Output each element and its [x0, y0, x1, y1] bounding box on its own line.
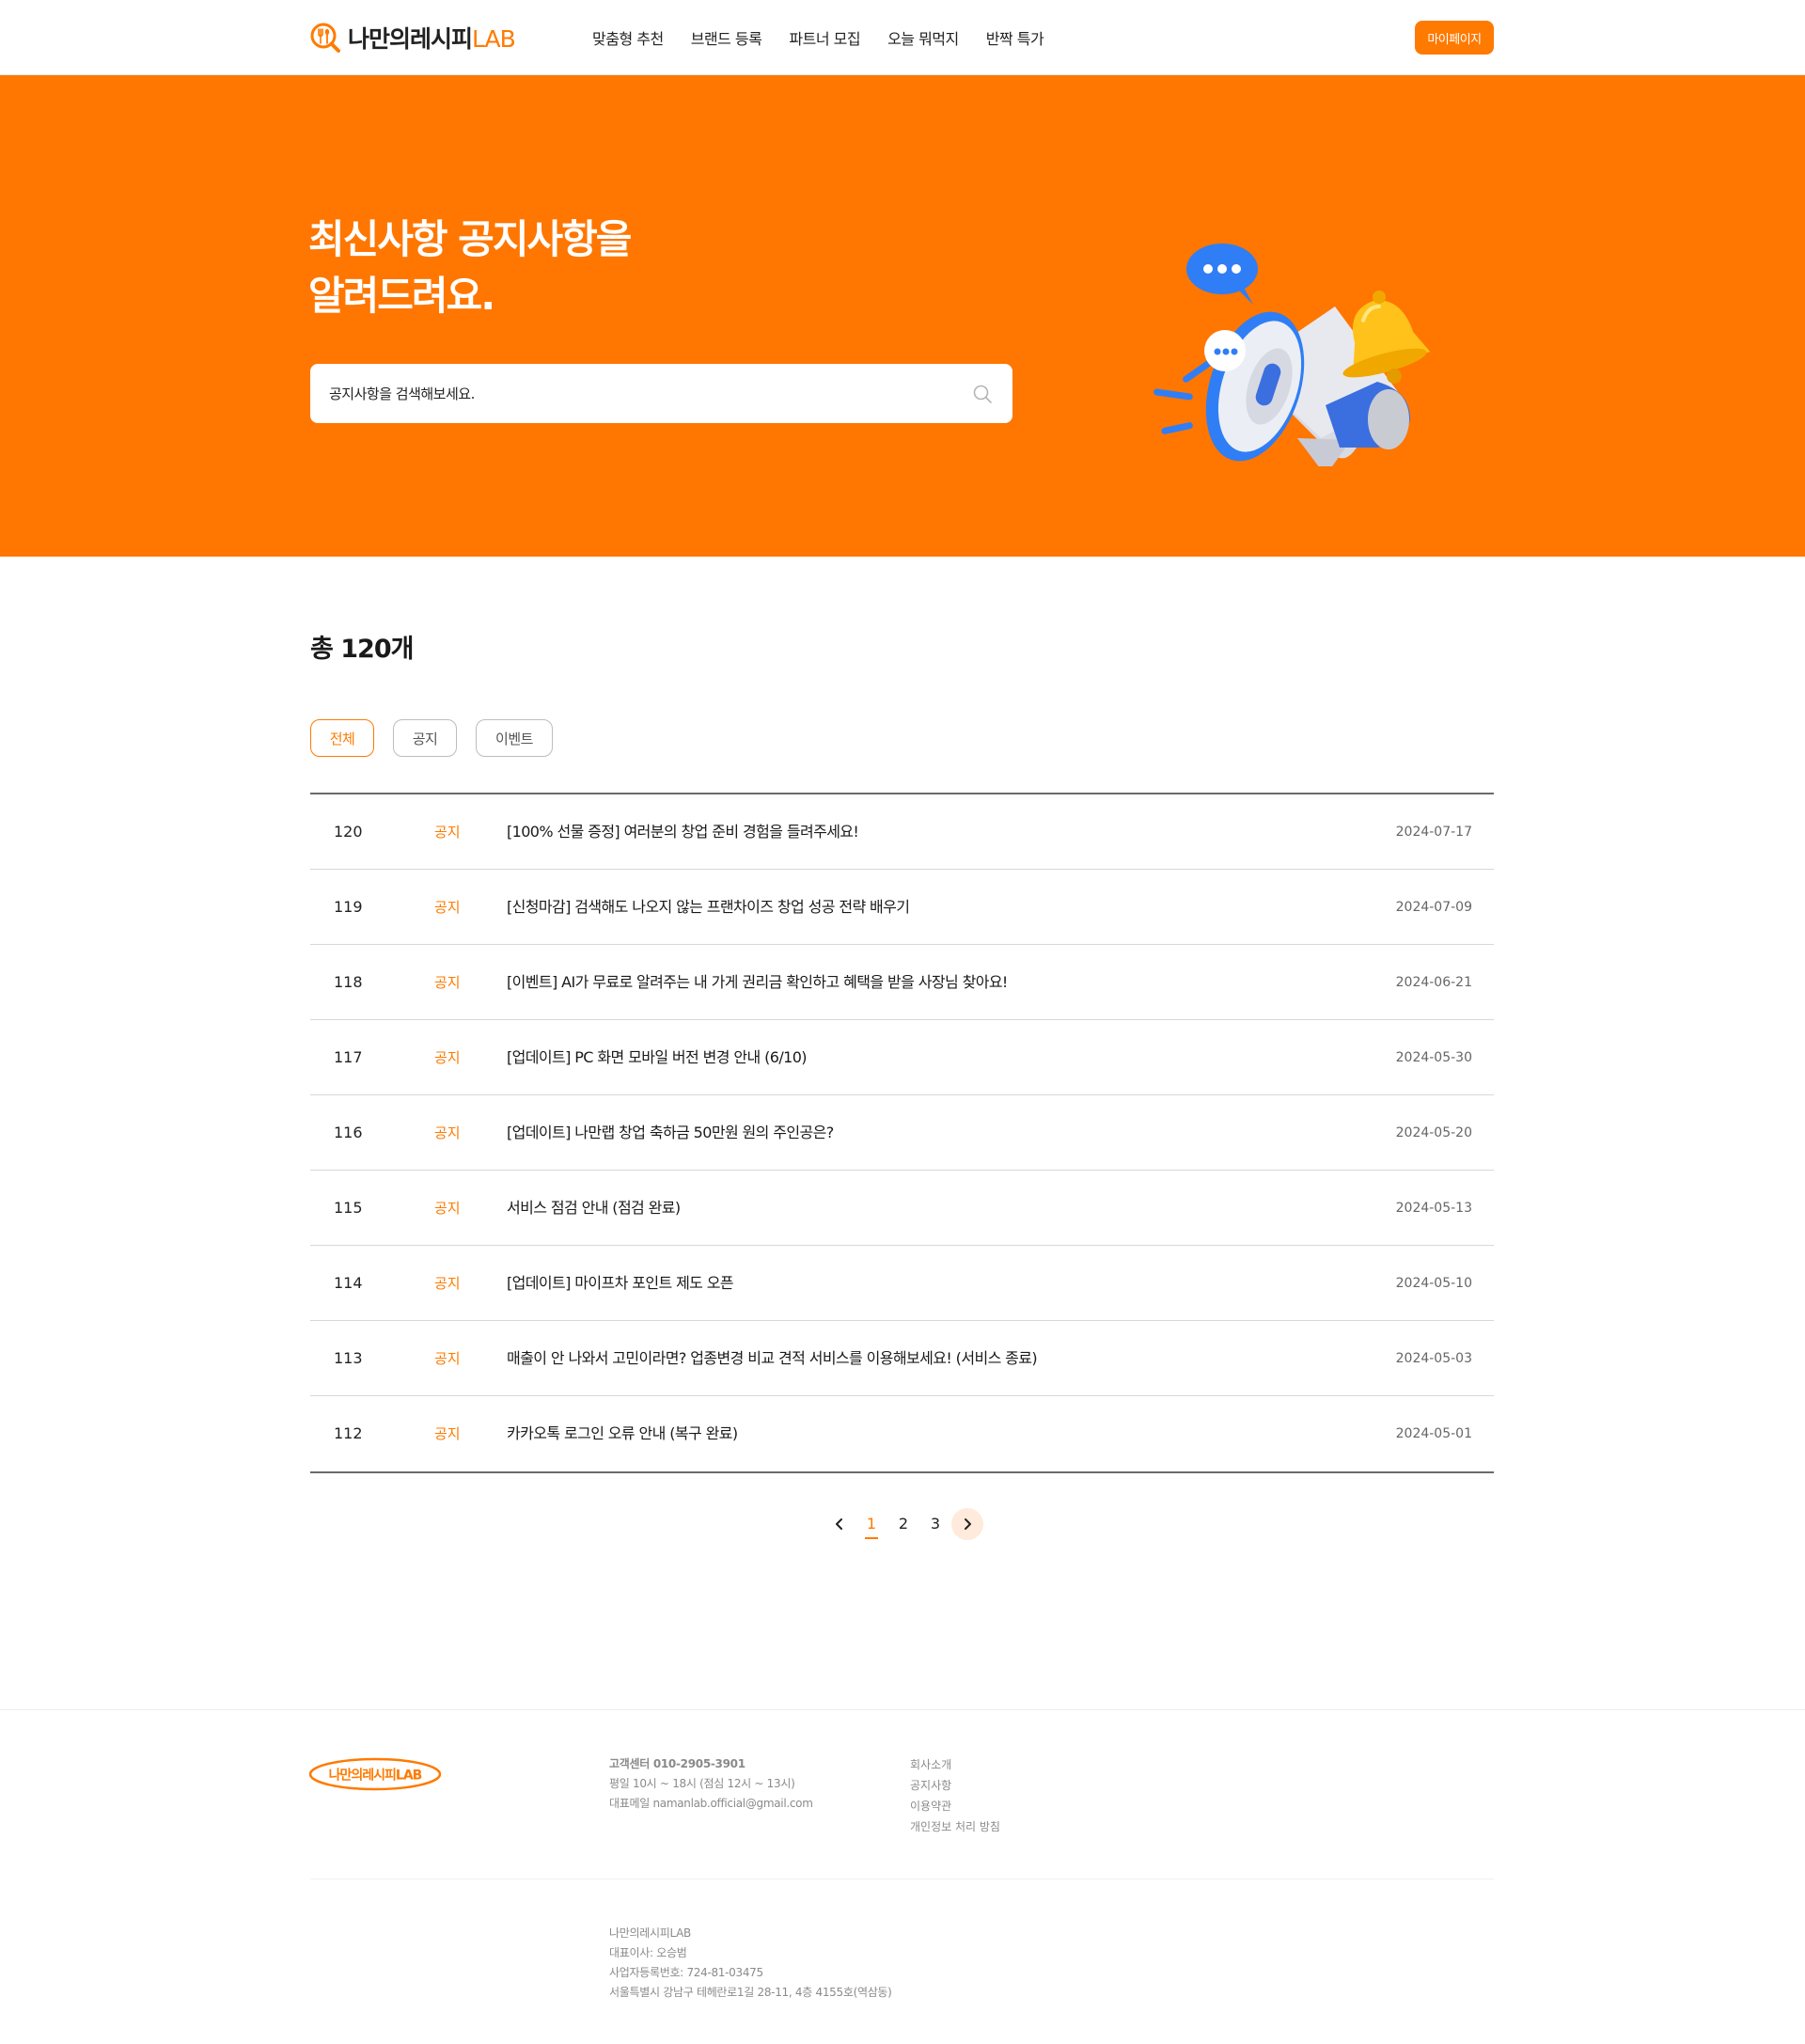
customer-center: 고객센터 010-2905-3901	[609, 1757, 746, 1770]
company-ceo: 대표이사: 오승범	[609, 1946, 687, 1959]
notice-category: 공지	[434, 1425, 461, 1442]
notice-number: 116	[334, 1124, 363, 1141]
notice-date: 2024-05-10	[1395, 1276, 1472, 1291]
notice-category: 공지	[434, 1275, 461, 1292]
nav-item-flash-sale[interactable]: 반짝 특가	[986, 26, 1044, 49]
chevron-left-icon	[836, 1518, 842, 1530]
hero-banner: 최신사항 공지사항을 알려드려요.	[0, 75, 1805, 557]
main-nav: 맞춤형 추천 브랜드 등록 파트너 모집 오늘 뭐먹지 반짝 특가	[592, 0, 1044, 75]
footer-link-terms[interactable]: 이용약관	[910, 1796, 1000, 1816]
notice-row[interactable]: 119 공지 [신청마감] 검색해도 나오지 않는 프랜차이즈 창업 성공 전략…	[310, 870, 1494, 945]
logo-main-text: 나만의레시피	[348, 25, 473, 53]
site-header: 나만의레시피LAB 맞춤형 추천 브랜드 등록 파트너 모집 오늘 뭐먹지 반짝…	[0, 0, 1805, 75]
notice-title[interactable]: [100% 선물 증정] 여러분의 창업 준비 경험을 들려주세요!	[507, 794, 859, 870]
speech-bubble-icon	[1186, 244, 1258, 305]
notice-row[interactable]: 118 공지 [이벤트] AI가 무료로 알려주는 내 가게 권리금 확인하고 …	[310, 945, 1494, 1020]
notice-title[interactable]: [이벤트] AI가 무료로 알려주는 내 가게 권리금 확인하고 혜택을 받을 …	[507, 945, 1008, 1020]
notice-date: 2024-05-20	[1395, 1125, 1472, 1140]
notice-number: 113	[334, 1349, 363, 1367]
page-3-button[interactable]: 3	[919, 1508, 951, 1540]
footer-link-privacy[interactable]: 개인정보 처리 방침	[910, 1816, 1000, 1837]
notice-category: 공지	[434, 824, 461, 841]
notice-number: 119	[334, 898, 363, 916]
nav-item-brand-registration[interactable]: 브랜드 등록	[691, 26, 762, 49]
business-registration-number: 사업자등록번호: 724-81-03475	[609, 1966, 763, 1979]
notice-category: 공지	[434, 1124, 461, 1141]
notice-title[interactable]: [신청마감] 검색해도 나오지 않는 프랜차이즈 창업 성공 전략 배우기	[507, 870, 910, 945]
footer-logo[interactable]: 나만의레시피LAB	[308, 1756, 442, 1792]
notice-title[interactable]: [업데이트] 나만랩 창업 축하금 50만원 원의 주인공은?	[507, 1095, 834, 1171]
nav-item-custom-recommendation[interactable]: 맞춤형 추천	[592, 26, 664, 49]
notice-title[interactable]: [업데이트] 마이프차 포인트 제도 오픈	[507, 1246, 734, 1321]
megaphone-bell-illustration	[1154, 244, 1431, 466]
footer-contact: 고객센터 010-2905-3901 평일 10시 ~ 18시 (점심 12시 …	[609, 1754, 813, 1814]
footer-link-notice[interactable]: 공지사항	[910, 1775, 1000, 1796]
site-logo[interactable]: 나만의레시피LAB	[308, 19, 516, 56]
notice-row[interactable]: 117 공지 [업데이트] PC 화면 모바일 버전 변경 안내 (6/10) …	[310, 1020, 1494, 1095]
company-address: 서울특별시 강남구 테헤란로1길 28-11, 4층 4155호(역삼동)	[609, 1986, 892, 1999]
notice-list: 120 공지 [100% 선물 증정] 여러분의 창업 준비 경험을 들려주세요…	[310, 793, 1494, 1473]
notice-category: 공지	[434, 899, 461, 916]
logo-icon	[310, 23, 340, 53]
notice-title[interactable]: 카카오톡 로그인 오류 안내 (복구 완료)	[507, 1396, 738, 1471]
notice-row[interactable]: 120 공지 [100% 선물 증정] 여러분의 창업 준비 경험을 들려주세요…	[310, 794, 1494, 870]
footer-logo-text: 나만의레시피LAB	[329, 1768, 422, 1784]
nav-item-partner-recruitment[interactable]: 파트너 모집	[789, 26, 860, 49]
notice-category: 공지	[434, 1200, 461, 1217]
footer-top-divider	[0, 1709, 1805, 1710]
notice-number: 114	[334, 1274, 363, 1292]
total-count: 총 120개	[310, 635, 414, 664]
notice-search-box	[310, 364, 1012, 423]
notice-date: 2024-07-17	[1395, 825, 1472, 840]
company-name: 나만의레시피LAB	[609, 1926, 691, 1940]
notice-title[interactable]: [업데이트] PC 화면 모바일 버전 변경 안내 (6/10)	[507, 1020, 808, 1095]
notice-date: 2024-07-09	[1395, 900, 1472, 915]
business-hours: 평일 10시 ~ 18시 (점심 12시 ~ 13시)	[609, 1777, 795, 1790]
logo-accent-text: LAB	[472, 25, 516, 53]
footer-link-about[interactable]: 회사소개	[910, 1754, 1000, 1775]
chevron-right-icon	[965, 1518, 971, 1530]
page-2-button[interactable]: 2	[887, 1508, 919, 1540]
notice-category: 공지	[434, 974, 461, 991]
nav-item-what-to-eat[interactable]: 오늘 뭐먹지	[887, 26, 959, 49]
filter-all[interactable]: 전체	[310, 719, 374, 757]
logo-text: 나만의레시피LAB	[348, 21, 516, 55]
notice-date: 2024-05-03	[1395, 1351, 1472, 1366]
filter-notice[interactable]: 공지	[393, 719, 457, 757]
notice-date: 2024-05-13	[1395, 1201, 1472, 1216]
notice-row[interactable]: 116 공지 [업데이트] 나만랩 창업 축하금 50만원 원의 주인공은? 2…	[310, 1095, 1494, 1171]
notice-date: 2024-05-01	[1395, 1426, 1472, 1441]
notice-number: 118	[334, 973, 363, 991]
pagination: 1 2 3	[824, 1507, 983, 1541]
notice-row[interactable]: 112 공지 카카오톡 로그인 오류 안내 (복구 완료) 2024-05-01	[310, 1396, 1494, 1471]
mypage-button[interactable]: 마이페이지	[1415, 21, 1494, 55]
notice-number: 112	[334, 1424, 363, 1442]
hero-title: 최신사항 공지사항을 알려드려요.	[308, 212, 632, 324]
notice-date: 2024-06-21	[1395, 975, 1472, 990]
contact-email: 대표메일 namanlab.official@gmail.com	[609, 1797, 813, 1810]
next-page-button[interactable]	[951, 1508, 983, 1540]
notice-category: 공지	[434, 1049, 461, 1066]
hero-title-line2: 알려드려요.	[308, 273, 495, 319]
search-icon[interactable]	[971, 383, 994, 405]
notice-search-input[interactable]	[329, 385, 971, 402]
notice-category: 공지	[434, 1350, 461, 1367]
company-info: 나만의레시피LAB 대표이사: 오승범 사업자등록번호: 724-81-0347…	[609, 1924, 892, 2003]
notice-row[interactable]: 113 공지 매출이 안 나와서 고민이라면? 업종변경 비교 견적 서비스를 …	[310, 1321, 1494, 1396]
notice-number: 117	[334, 1048, 363, 1066]
footer-links: 회사소개 공지사항 이용약관 개인정보 처리 방침	[910, 1754, 1000, 1837]
notice-title[interactable]: 매출이 안 나와서 고민이라면? 업종변경 비교 견적 서비스를 이용해보세요!…	[507, 1321, 1038, 1396]
notice-number: 120	[334, 823, 363, 841]
hero-title-line1: 최신사항 공지사항을	[308, 216, 632, 262]
filter-event[interactable]: 이벤트	[476, 719, 553, 757]
notice-number: 115	[334, 1199, 363, 1217]
page-1-button[interactable]: 1	[855, 1508, 887, 1540]
filter-chips: 전체 공지 이벤트	[310, 719, 553, 757]
notice-row[interactable]: 115 공지 서비스 점검 안내 (점검 완료) 2024-05-13	[310, 1171, 1494, 1246]
prev-page-button[interactable]	[824, 1508, 855, 1540]
notice-row[interactable]: 114 공지 [업데이트] 마이프차 포인트 제도 오픈 2024-05-10	[310, 1246, 1494, 1321]
notice-title[interactable]: 서비스 점검 안내 (점검 완료)	[507, 1171, 681, 1246]
notice-date: 2024-05-30	[1395, 1050, 1472, 1065]
